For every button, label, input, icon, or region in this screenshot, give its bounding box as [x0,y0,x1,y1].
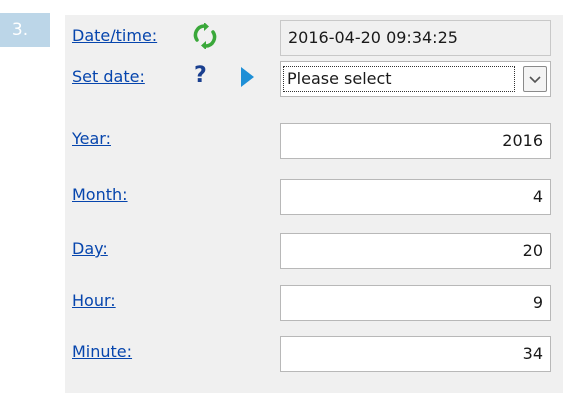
month-input[interactable]: 4 [280,179,551,215]
chevron-down-icon [529,76,541,84]
year-row: Year: 2016 [65,120,563,160]
set-date-label[interactable]: Set date: [72,67,145,87]
minute-row: Minute: 34 [65,333,563,373]
minute-label[interactable]: Minute: [72,342,132,362]
day-input[interactable]: 20 [280,233,551,269]
datetime-row: Date/time: 2016-04-20 09:34:25 [65,17,563,57]
arrow-right-icon [241,67,254,87]
step-number-badge: 3. [0,13,50,47]
datetime-label[interactable]: Date/time: [72,26,157,46]
year-label[interactable]: Year: [72,129,111,149]
hour-label[interactable]: Hour: [72,291,116,311]
day-row: Day: 20 [65,230,563,270]
set-date-select[interactable]: Please select [280,61,551,97]
refresh-icon[interactable] [193,22,217,50]
datetime-display-field: 2016-04-20 09:34:25 [280,20,551,56]
minute-input[interactable]: 34 [280,336,551,372]
datetime-settings-page: 3. Date/time: 2016-04-20 09:34:25 Set da… [0,0,570,394]
year-input[interactable]: 2016 [280,123,551,159]
hour-input[interactable]: 9 [280,285,551,321]
help-icon[interactable]: ? [194,62,207,90]
datetime-panel: Date/time: 2016-04-20 09:34:25 Set date:… [65,15,563,393]
month-row: Month: 4 [65,176,563,216]
hour-row: Hour: 9 [65,282,563,322]
day-label[interactable]: Day: [72,239,108,259]
month-label[interactable]: Month: [72,185,128,205]
dropdown-button[interactable] [523,66,547,92]
set-date-selected-value: Please select [283,66,515,92]
set-date-row: Set date: ? Please select [65,58,563,98]
